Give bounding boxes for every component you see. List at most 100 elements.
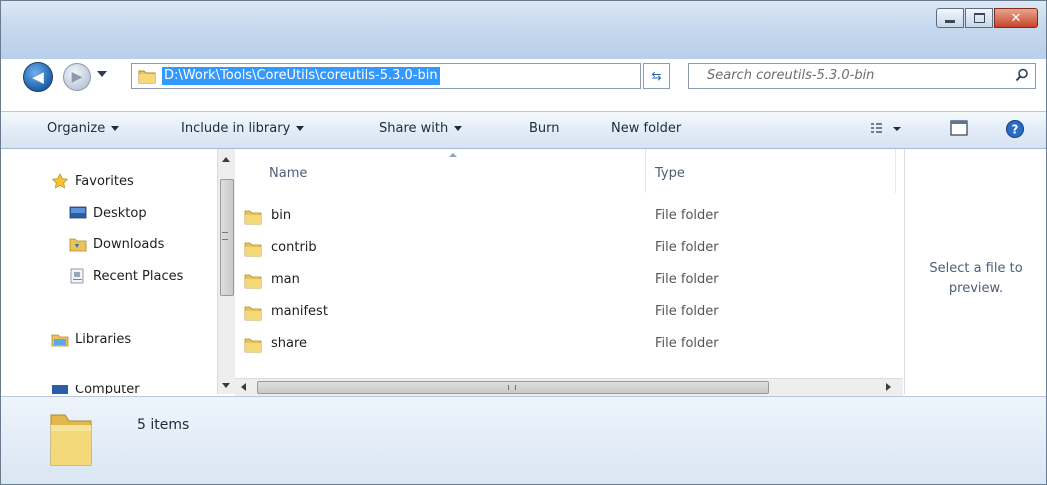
include-in-library-button[interactable]: Include in library xyxy=(181,121,305,136)
preview-pane: Select a file to preview. xyxy=(904,149,1046,394)
nav-label-computer: Computer xyxy=(75,385,140,394)
nav-item-desktop[interactable]: Desktop xyxy=(69,205,147,221)
close-icon: ✕ xyxy=(1010,10,1022,26)
chevron-down-icon xyxy=(111,126,120,131)
refresh-icon: ⇆ xyxy=(651,69,662,83)
file-type: File folder xyxy=(655,336,719,351)
preview-pane-button[interactable] xyxy=(949,119,969,141)
explorer-window: ✕ ◀ ▶ D:\Work\Tools\CoreUtils\coreutils-… xyxy=(0,0,1047,485)
search-icon[interactable] xyxy=(1015,68,1029,82)
maximize-button[interactable] xyxy=(965,8,993,28)
file-name: bin xyxy=(271,208,292,223)
file-name: man xyxy=(271,272,300,287)
navigation-scrollbar[interactable] xyxy=(217,149,235,394)
preview-pane-icon xyxy=(950,120,968,136)
folder-icon xyxy=(50,414,92,466)
star-icon xyxy=(51,173,69,189)
table-row[interactable]: share File folder xyxy=(235,329,903,359)
chevron-down-icon xyxy=(454,126,463,131)
libraries-icon xyxy=(51,334,69,347)
change-view-button[interactable] xyxy=(869,119,905,141)
file-type: File folder xyxy=(655,240,719,255)
command-bar: Organize Include in library Share with B… xyxy=(1,111,1046,149)
refresh-button[interactable]: ⇆ xyxy=(643,63,670,89)
file-list-horizontal-scrollbar[interactable] xyxy=(235,378,903,396)
nav-label-desktop: Desktop xyxy=(93,205,147,221)
scroll-down-arrow[interactable] xyxy=(222,383,230,388)
file-name: contrib xyxy=(271,240,317,255)
scroll-grip-icon xyxy=(508,385,516,390)
minimize-icon xyxy=(945,19,955,23)
folder-icon xyxy=(244,338,262,353)
new-folder-label: New folder xyxy=(611,121,682,136)
maximize-icon xyxy=(973,13,985,23)
nav-label-favorites: Favorites xyxy=(75,173,134,189)
scroll-left-arrow[interactable] xyxy=(241,383,246,391)
address-bar[interactable]: D:\Work\Tools\CoreUtils\coreutils-5.3.0-… xyxy=(131,63,660,89)
folder-icon xyxy=(244,306,262,321)
nav-item-downloads[interactable]: Downloads xyxy=(69,236,164,252)
recent-places-icon xyxy=(70,268,84,284)
column-divider[interactable] xyxy=(645,149,646,193)
burn-button[interactable]: Burn xyxy=(529,121,560,136)
desktop-icon xyxy=(69,206,87,219)
preview-message: Select a file to preview. xyxy=(929,261,1023,296)
folder-icon xyxy=(138,70,156,84)
table-row[interactable]: contrib File folder xyxy=(235,233,903,263)
address-path[interactable]: D:\Work\Tools\CoreUtils\coreutils-5.3.0-… xyxy=(162,67,440,85)
folder-icon xyxy=(244,242,262,257)
nav-item-favorites[interactable]: Favorites xyxy=(51,173,134,189)
search-input[interactable]: Search coreutils-5.3.0-bin xyxy=(688,63,1036,89)
forward-arrow-icon: ▶ xyxy=(71,69,83,85)
help-button[interactable]: ? xyxy=(1005,119,1025,143)
table-row[interactable]: bin File folder xyxy=(235,201,903,231)
computer-icon xyxy=(52,385,68,394)
downloads-folder-icon xyxy=(69,238,87,252)
recent-pages-dropdown[interactable] xyxy=(97,71,107,77)
search-placeholder: Search coreutils-5.3.0-bin xyxy=(707,68,875,83)
column-header-name[interactable]: Name xyxy=(269,166,307,181)
nav-label-recent-places: Recent Places xyxy=(93,268,184,284)
column-divider[interactable] xyxy=(895,149,896,193)
details-pane: 5 items xyxy=(1,396,1046,484)
table-row[interactable]: manifest File folder xyxy=(235,297,903,327)
column-header-type[interactable]: Type xyxy=(655,166,685,181)
sort-ascending-icon xyxy=(449,153,457,157)
scroll-right-arrow[interactable] xyxy=(886,383,891,391)
caption-buttons: ✕ xyxy=(935,8,1038,28)
table-row[interactable]: man File folder xyxy=(235,265,903,295)
share-with-label: Share with xyxy=(379,121,449,136)
nav-item-computer[interactable]: Computer xyxy=(51,385,140,394)
file-type: File folder xyxy=(655,304,719,319)
svg-text:?: ? xyxy=(1012,123,1019,137)
title-bar[interactable]: ✕ xyxy=(1,1,1046,59)
minimize-button[interactable] xyxy=(936,8,964,28)
back-arrow-icon: ◀ xyxy=(32,68,44,86)
file-name: manifest xyxy=(271,304,328,319)
nav-label-downloads: Downloads xyxy=(93,236,165,252)
share-with-button[interactable]: Share with xyxy=(379,121,463,136)
nav-item-libraries[interactable]: Libraries xyxy=(51,331,131,347)
new-folder-button[interactable]: New folder xyxy=(611,121,681,136)
folder-icon xyxy=(244,274,262,289)
help-icon: ? xyxy=(1006,120,1024,138)
file-name: share xyxy=(271,336,308,351)
file-list: Name Type bin File folder contrib File f… xyxy=(235,149,903,394)
item-count: 5 items xyxy=(137,417,190,433)
file-type: File folder xyxy=(655,208,719,223)
navigation-pane: Favorites Desktop Downloads Recent Place… xyxy=(1,149,234,394)
scroll-thumb[interactable] xyxy=(257,381,769,394)
views-icon xyxy=(871,123,901,133)
forward-button[interactable]: ▶ xyxy=(63,63,91,91)
scroll-grip-icon xyxy=(222,232,228,240)
organize-label: Organize xyxy=(47,121,106,136)
back-button[interactable]: ◀ xyxy=(23,62,53,92)
nav-item-recent-places[interactable]: Recent Places xyxy=(69,268,183,284)
include-library-label: Include in library xyxy=(181,121,291,136)
file-type: File folder xyxy=(655,272,719,287)
scroll-up-arrow[interactable] xyxy=(222,157,230,162)
burn-label: Burn xyxy=(529,121,560,136)
organize-button[interactable]: Organize xyxy=(47,121,120,136)
folder-icon xyxy=(244,210,262,225)
close-button[interactable]: ✕ xyxy=(994,8,1038,28)
